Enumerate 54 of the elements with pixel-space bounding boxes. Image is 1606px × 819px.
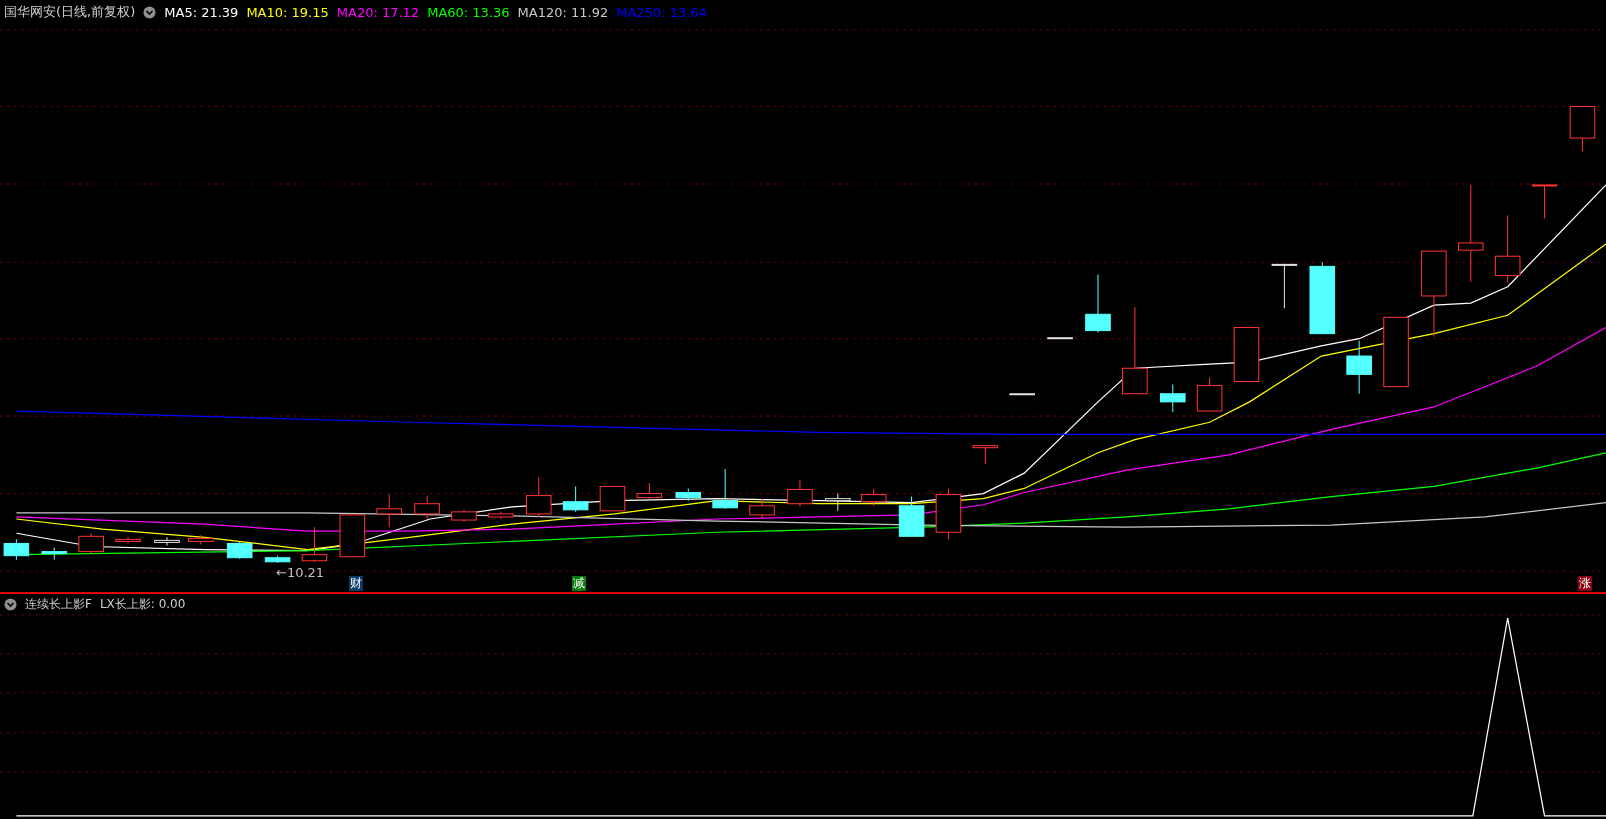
candlestick xyxy=(749,498,775,520)
event-badge[interactable]: 减 xyxy=(572,576,586,591)
candlestick xyxy=(599,485,626,512)
ma-legend-value: MA60: 13.36 xyxy=(427,4,510,20)
candlestick xyxy=(1569,106,1596,152)
candlestick xyxy=(1085,274,1111,334)
candlestick xyxy=(1531,184,1558,220)
candlestick xyxy=(1159,384,1186,413)
candlestick xyxy=(154,536,180,546)
candlestick xyxy=(562,485,589,513)
candlestick xyxy=(860,487,887,507)
candlestick xyxy=(898,496,925,537)
candlestick xyxy=(264,555,291,564)
candlestick xyxy=(525,476,552,518)
candlestick xyxy=(675,487,702,502)
event-badge[interactable]: 涨 xyxy=(1578,576,1592,591)
candlestick xyxy=(451,509,477,523)
candlestick xyxy=(1233,327,1260,382)
candlestick xyxy=(488,511,514,520)
candlestick xyxy=(972,445,999,465)
candlestick xyxy=(3,538,30,561)
candlestick xyxy=(787,479,813,508)
dropdown-icon[interactable] xyxy=(4,597,17,611)
ma-legend-value: MA120: 11.92 xyxy=(517,4,609,20)
low-price-label: ←10.21 xyxy=(276,565,325,580)
candlestick xyxy=(376,494,402,528)
candlestick xyxy=(1383,316,1409,388)
candlestick xyxy=(636,482,663,500)
candlestick xyxy=(41,547,68,561)
event-badge[interactable]: 财 xyxy=(349,576,363,591)
candlestick xyxy=(1047,337,1073,340)
candlestick xyxy=(414,495,440,520)
candlestick xyxy=(187,534,214,545)
candlestick xyxy=(712,468,738,510)
indicator-title: 连续长上影F xyxy=(25,595,92,613)
candlestick xyxy=(1009,393,1035,396)
ma-legend-value: MA10: 19.15 xyxy=(246,4,329,20)
candlestick xyxy=(1494,214,1521,284)
candlestick xyxy=(115,536,141,544)
ma-legend-value: MA5: 21.39 xyxy=(164,4,239,20)
indicator-reading: LX长上影: 0.00 xyxy=(99,595,186,613)
chart-title: 国华网安(日线,前复权) xyxy=(4,3,136,21)
candlestick xyxy=(78,532,104,555)
candlestick xyxy=(935,487,962,540)
ma-legend-value: MA250: 13.64 xyxy=(616,4,707,20)
candlestick xyxy=(301,526,328,563)
candlestick xyxy=(226,540,253,560)
candlestick xyxy=(1346,340,1372,395)
candlestick xyxy=(1271,263,1298,309)
dropdown-icon[interactable] xyxy=(143,5,157,19)
candlestick xyxy=(339,514,366,558)
ma-legend-value: MA20: 17.12 xyxy=(336,4,420,20)
candlestick xyxy=(1196,376,1223,412)
candlestick xyxy=(825,493,851,512)
